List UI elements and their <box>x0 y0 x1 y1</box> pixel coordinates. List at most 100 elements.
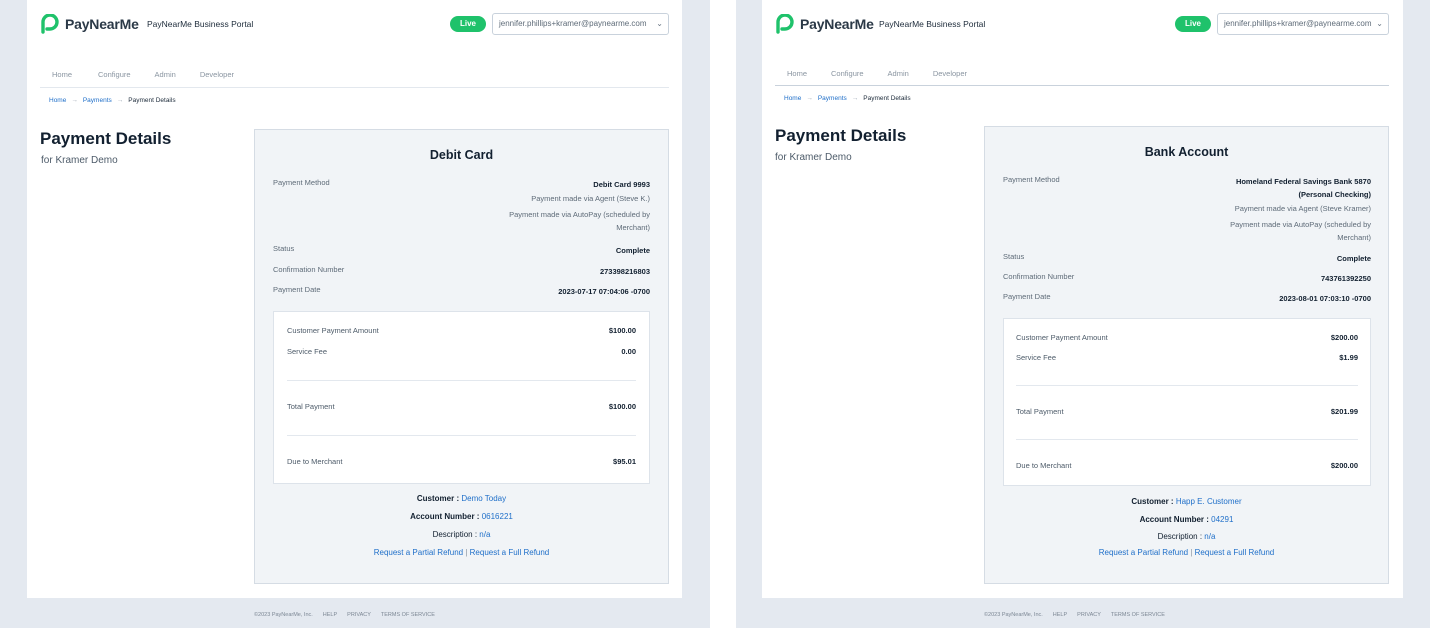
footer: ©2023 PayNearMe, Inc. HELP PRIVACY TERMS… <box>254 612 435 618</box>
breadcrumb-payments[interactable]: Payments <box>818 95 847 102</box>
portal-title: PayNearMe Business Portal <box>879 19 986 29</box>
summary-divider <box>287 435 636 436</box>
logo[interactable]: PayNearMe <box>40 14 139 34</box>
customer-line: Customer : Happ E. Customer <box>984 497 1389 506</box>
breadcrumb-home[interactable]: Home <box>784 95 801 102</box>
footer-help-link[interactable]: HELP <box>323 612 337 618</box>
page-title: Payment Details <box>40 129 172 148</box>
customer-amount-label: Customer Payment Amount <box>1016 333 1108 342</box>
payment-method-row: Payment Method Debit Card 9993 Payment m… <box>273 178 650 238</box>
brand-name: PayNearMe <box>800 16 874 32</box>
payment-method-label: Payment Method <box>273 178 330 187</box>
footer-terms-link[interactable]: TERMS OF SERVICE <box>1111 612 1165 618</box>
breadcrumb-home[interactable]: Home <box>49 97 66 104</box>
footer-terms-link[interactable]: TERMS OF SERVICE <box>381 612 435 618</box>
customer-link[interactable]: Happ E. Customer <box>1176 497 1242 506</box>
full-refund-link[interactable]: Request a Full Refund <box>470 548 550 557</box>
payment-method-value: Debit Card 9993 Payment made via Agent (… <box>509 178 650 234</box>
live-badge[interactable]: Live <box>450 16 486 32</box>
total-payment-value: $100.00 <box>608 402 636 411</box>
nav-item-admin[interactable]: Admin <box>888 69 909 78</box>
payment-autopay-note-cont: Merchant) <box>1337 233 1371 242</box>
status-label: Status <box>1003 252 1025 261</box>
nav-item-configure[interactable]: Configure <box>98 70 131 79</box>
chevron-down-icon: ⌄ <box>1376 19 1383 28</box>
account-link[interactable]: 04291 <box>1211 515 1233 524</box>
refund-actions: Request a Partial Refund | Request a Ful… <box>254 548 669 557</box>
summary-divider <box>1016 439 1358 440</box>
nav-divider <box>40 87 669 88</box>
customer-label: Customer : <box>1131 497 1174 506</box>
refund-separator: | <box>465 548 468 557</box>
breadcrumb-payments[interactable]: Payments <box>83 97 112 104</box>
breadcrumb-arrow-icon: → <box>806 95 813 102</box>
payment-method-account-type: (Personal Checking) <box>1298 190 1371 199</box>
page-title: Payment Details <box>775 126 907 145</box>
confirmation-label: Confirmation Number <box>273 265 345 274</box>
partial-refund-link[interactable]: Request a Partial Refund <box>374 548 463 557</box>
payment-date-value: 2023-07-17 07:04:06 -0700 <box>558 287 650 296</box>
user-email: jennifer.phillips+kramer@paynearme.com <box>499 19 647 28</box>
payment-agent-note: Payment made via Agent (Steve K.) <box>531 194 650 203</box>
nav-item-developer[interactable]: Developer <box>933 69 967 78</box>
payment-date-label: Payment Date <box>273 285 321 294</box>
breadcrumb-arrow-icon: → <box>116 97 124 104</box>
customer-amount-value: $100.00 <box>608 326 636 335</box>
status-value: Complete <box>1336 254 1371 263</box>
total-payment-label: Total Payment <box>1016 407 1064 416</box>
nav-divider <box>775 85 1389 86</box>
payment-method-label: Payment Method <box>1003 175 1060 184</box>
payment-method-name: Debit Card 9993 <box>593 180 650 189</box>
due-merchant-label: Due to Merchant <box>1016 461 1072 470</box>
confirmation-row: Confirmation Number 743761392250 <box>1003 272 1371 284</box>
nav-item-home[interactable]: Home <box>52 70 72 79</box>
user-account-select[interactable]: jennifer.phillips+kramer@paynearme.com ⌄ <box>492 13 669 35</box>
account-label: Account Number : <box>410 512 480 521</box>
customer-line: Customer : Demo Today <box>254 494 669 503</box>
breadcrumb-current: Payment Details <box>128 97 176 104</box>
customer-amount-label: Customer Payment Amount <box>287 326 379 335</box>
nav-item-admin[interactable]: Admin <box>155 70 176 79</box>
breadcrumb-current: Payment Details <box>863 95 911 102</box>
partial-refund-link[interactable]: Request a Partial Refund <box>1099 548 1188 557</box>
brand-name: PayNearMe <box>65 16 139 32</box>
account-link[interactable]: 0616221 <box>482 512 513 521</box>
description-line: Description : n/a <box>254 530 669 539</box>
nav-item-home[interactable]: Home <box>787 69 807 78</box>
description-value: n/a <box>479 530 491 539</box>
description-line: Description : n/a <box>984 532 1389 541</box>
payment-autopay-note: Payment made via AutoPay (scheduled by <box>509 210 650 219</box>
confirmation-value: 743761392250 <box>1320 274 1371 283</box>
confirmation-row: Confirmation Number 273398216803 <box>273 265 650 277</box>
page-subtitle: for Kramer Demo <box>41 155 118 166</box>
service-fee-label: Service Fee <box>1016 353 1057 362</box>
status-label: Status <box>273 244 295 253</box>
footer-copyright: ©2023 PayNearMe, Inc. <box>984 612 1043 618</box>
account-line: Account Number : 04291 <box>984 515 1389 524</box>
total-payment-value: $201.99 <box>1330 407 1358 416</box>
footer-privacy-link[interactable]: PRIVACY <box>347 612 371 618</box>
refund-separator: | <box>1190 548 1193 557</box>
nav-item-developer[interactable]: Developer <box>200 70 234 79</box>
user-email: jennifer.phillips+kramer@paynearme.com <box>1224 19 1372 28</box>
service-fee-value: $1.99 <box>1339 353 1358 362</box>
description-label: Description : <box>432 530 478 539</box>
confirmation-label: Confirmation Number <box>1003 272 1075 281</box>
nav-item-configure[interactable]: Configure <box>831 69 864 78</box>
customer-link[interactable]: Demo Today <box>461 494 506 503</box>
payment-autopay-note: Payment made via AutoPay (scheduled by <box>1230 220 1371 229</box>
footer-privacy-link[interactable]: PRIVACY <box>1077 612 1101 618</box>
main-nav: Home Configure Admin Developer <box>787 69 967 78</box>
account-label: Account Number : <box>1139 515 1209 524</box>
full-refund-link[interactable]: Request a Full Refund <box>1195 548 1275 557</box>
user-account-select[interactable]: jennifer.phillips+kramer@paynearme.com ⌄ <box>1217 13 1389 35</box>
breadcrumb: Home → Payments → Payment Details <box>49 97 176 104</box>
payment-method-name: Homeland Federal Savings Bank 5870 <box>1235 177 1371 186</box>
summary-divider <box>1016 385 1358 386</box>
footer-help-link[interactable]: HELP <box>1053 612 1067 618</box>
service-fee-value: 0.00 <box>621 347 636 356</box>
logo[interactable]: PayNearMe <box>775 14 874 34</box>
live-badge[interactable]: Live <box>1175 16 1211 32</box>
payment-method-value: Homeland Federal Savings Bank 5870 (Pers… <box>1230 175 1371 244</box>
status-row: Status Complete <box>1003 252 1371 264</box>
